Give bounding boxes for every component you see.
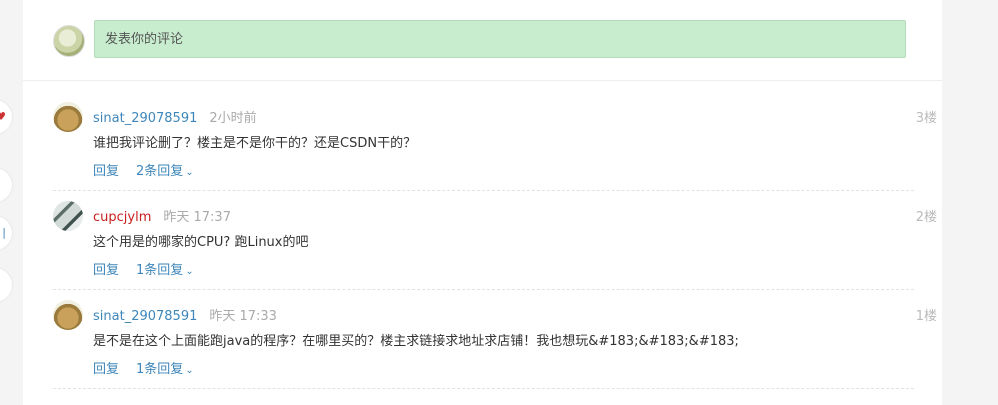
comment-item: sinat_29078591 昨天 17:33 1楼 是不是在这个上面能跑java… xyxy=(53,294,937,389)
chevron-down-icon: ⌄ xyxy=(185,266,194,277)
comment-text: 谁把我评论删了？楼主是不是你干的？还是CSDN干的？ xyxy=(93,136,417,151)
comment-floor: 3楼 xyxy=(915,111,937,126)
like-side-button[interactable]: ♥ xyxy=(0,100,12,134)
avatar[interactable] xyxy=(53,102,83,132)
comment-input[interactable]: 发表你的评论 xyxy=(94,20,906,58)
comment-text: 是不是在这个上面能跑java的程序？在哪里买的？楼主求链接求地址求店铺！我也想玩… xyxy=(93,334,739,349)
heart-icon: ♥ xyxy=(0,110,6,123)
comment-time: 2小时前 xyxy=(209,111,257,126)
comment-time: 昨天 17:33 xyxy=(209,309,277,324)
share-side-button[interactable]: | xyxy=(0,216,12,250)
more-side-button[interactable] xyxy=(0,268,12,302)
view-replies-button[interactable]: 1条回复 ⌄ xyxy=(136,263,194,278)
comment-username[interactable]: cupcjylm xyxy=(93,210,151,225)
comment-item: cupcjylm 昨天 17:37 2楼 这个用是的哪家的CPU? 跑Linux的… xyxy=(53,195,937,290)
reply-button[interactable]: 回复 xyxy=(93,362,119,377)
avatar[interactable] xyxy=(53,201,83,231)
comment-floor: 1楼 xyxy=(915,309,937,324)
comments-card: 发表你的评论 sinat_29078591 2小时前 3楼 谁把我评论删了？楼主是… xyxy=(23,0,942,405)
comment-username[interactable]: sinat_29078591 xyxy=(93,111,197,126)
avatar[interactable] xyxy=(53,300,83,330)
comment-username[interactable]: sinat_29078591 xyxy=(93,309,197,324)
chevron-down-icon: ⌄ xyxy=(185,167,194,178)
view-replies-button[interactable]: 1条回复 ⌄ xyxy=(136,362,194,377)
bookmark-side-button[interactable] xyxy=(0,168,12,202)
current-user-avatar xyxy=(53,25,85,57)
comment-compose: 发表你的评论 xyxy=(23,0,942,81)
comment-item: sinat_29078591 2小时前 3楼 谁把我评论删了？楼主是不是你干的？还… xyxy=(53,96,937,191)
reply-button[interactable]: 回复 xyxy=(93,263,119,278)
share-icon: | xyxy=(2,226,6,239)
view-replies-button[interactable]: 2条回复 ⌄ xyxy=(136,164,194,179)
chevron-down-icon: ⌄ xyxy=(185,365,194,376)
comment-time: 昨天 17:37 xyxy=(163,210,231,225)
reply-button[interactable]: 回复 xyxy=(93,164,119,179)
comment-text: 这个用是的哪家的CPU? 跑Linux的吧 xyxy=(93,235,309,250)
comment-floor: 2楼 xyxy=(915,210,937,225)
